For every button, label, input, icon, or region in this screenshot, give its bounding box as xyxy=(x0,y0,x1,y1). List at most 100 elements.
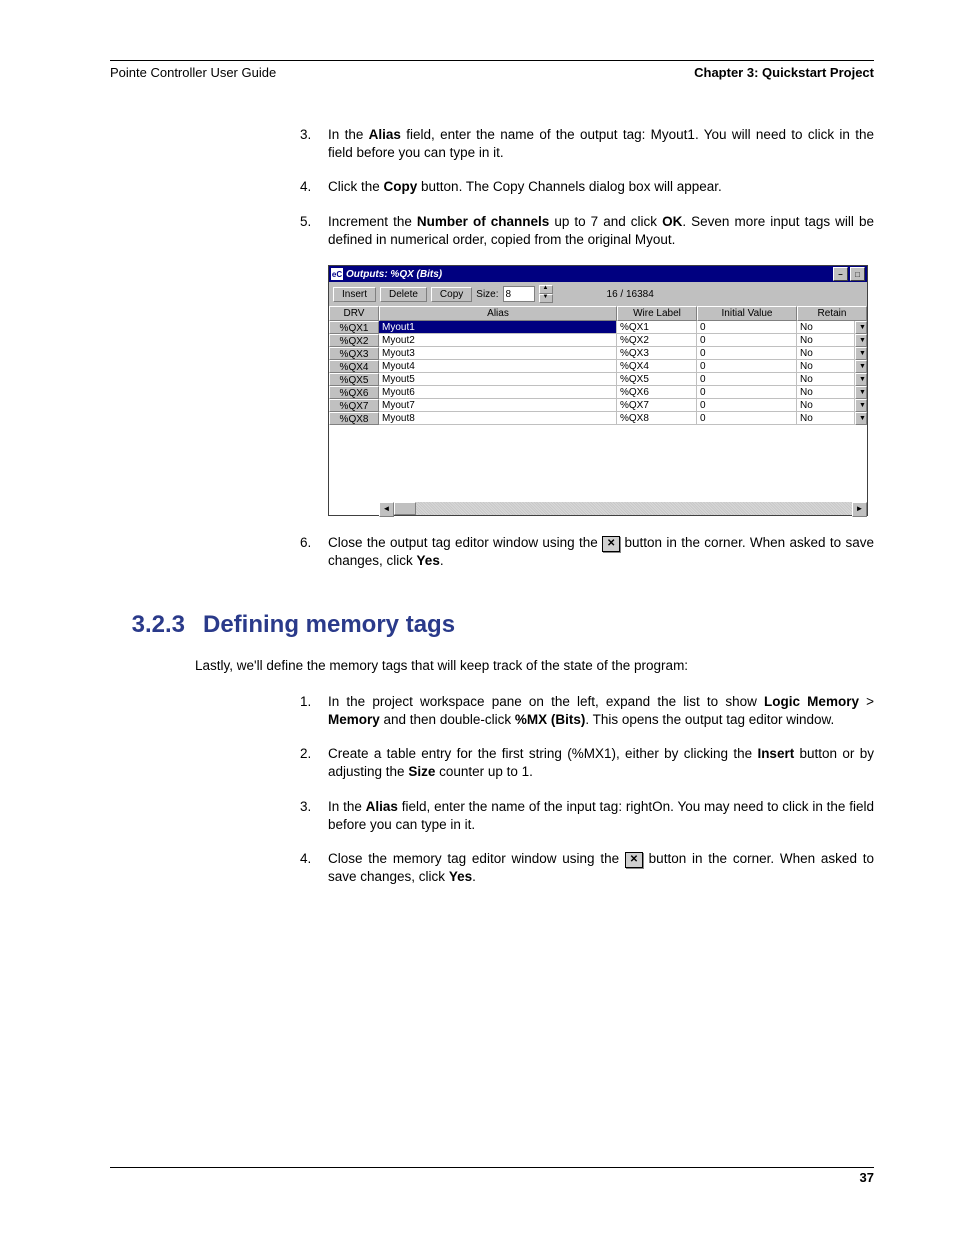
cell-drv[interactable]: %QX4 xyxy=(329,360,379,373)
col-drv[interactable]: DRV xyxy=(329,306,379,321)
close-icon: ✕ xyxy=(625,852,643,868)
cell-retain[interactable]: No xyxy=(797,360,855,373)
cell-wire[interactable]: %QX3 xyxy=(617,347,697,360)
cell-wire[interactable]: %QX5 xyxy=(617,373,697,386)
delete-button[interactable]: Delete xyxy=(380,287,427,302)
counter-label: 16 / 16384 xyxy=(607,289,654,300)
cell-alias[interactable]: Myout8 xyxy=(379,412,617,425)
col-wire[interactable]: Wire Label xyxy=(617,306,697,321)
step-6: 6. Close the output tag editor window us… xyxy=(300,534,874,570)
col-alias[interactable]: Alias xyxy=(379,306,617,321)
copy-button[interactable]: Copy xyxy=(431,287,472,302)
app-icon: eC xyxy=(331,268,343,280)
cell-wire[interactable]: %QX4 xyxy=(617,360,697,373)
grid-blank: ◄ ► xyxy=(329,425,867,515)
col-init[interactable]: Initial Value xyxy=(697,306,797,321)
table-row[interactable]: %QX7Myout7%QX70No▼ xyxy=(329,399,867,412)
cell-retain[interactable]: No xyxy=(797,321,855,334)
cell-retain[interactable]: No xyxy=(797,399,855,412)
cell-alias[interactable]: Myout1 xyxy=(379,321,617,334)
step-number: 3. xyxy=(300,798,328,834)
size-spinner[interactable]: ▲ ▼ xyxy=(539,285,553,303)
cell-drv[interactable]: %QX5 xyxy=(329,373,379,386)
cell-init[interactable]: 0 xyxy=(697,399,797,412)
cell-alias[interactable]: Myout7 xyxy=(379,399,617,412)
spinner-down-icon[interactable]: ▼ xyxy=(539,294,553,303)
window-titlebar[interactable]: eC Outputs: %QX (Bits) – □ xyxy=(329,266,867,282)
dropdown-icon[interactable]: ▼ xyxy=(855,386,867,399)
dropdown-icon[interactable]: ▼ xyxy=(855,334,867,347)
table-row[interactable]: %QX1Myout1%QX10No▼ xyxy=(329,321,867,334)
screenshot-window: eC Outputs: %QX (Bits) – □ Insert Delete… xyxy=(328,265,874,516)
cell-init[interactable]: 0 xyxy=(697,386,797,399)
table-row[interactable]: %QX2Myout2%QX20No▼ xyxy=(329,334,867,347)
header-left: Pointe Controller User Guide xyxy=(110,65,276,80)
table-row[interactable]: %QX3Myout3%QX30No▼ xyxy=(329,347,867,360)
table-row[interactable]: %QX5Myout5%QX50No▼ xyxy=(329,373,867,386)
horizontal-scrollbar[interactable]: ◄ ► xyxy=(379,502,867,515)
cell-wire[interactable]: %QX1 xyxy=(617,321,697,334)
cell-drv[interactable]: %QX7 xyxy=(329,399,379,412)
step-b4: 4. Close the memory tag editor window us… xyxy=(300,850,874,886)
cell-drv[interactable]: %QX8 xyxy=(329,412,379,425)
table-row[interactable]: %QX8Myout8%QX80No▼ xyxy=(329,412,867,425)
cell-init[interactable]: 0 xyxy=(697,373,797,386)
col-retain[interactable]: Retain xyxy=(797,306,867,321)
scroll-left-icon[interactable]: ◄ xyxy=(379,502,394,517)
footer-rule xyxy=(110,1167,874,1168)
step-3: 3. In the Alias field, enter the name of… xyxy=(300,126,874,162)
header-right: Chapter 3: Quickstart Project xyxy=(694,65,874,80)
section-intro: Lastly, we'll define the memory tags tha… xyxy=(195,657,874,675)
dropdown-icon[interactable]: ▼ xyxy=(855,347,867,360)
cell-retain[interactable]: No xyxy=(797,386,855,399)
cell-drv[interactable]: %QX3 xyxy=(329,347,379,360)
dropdown-icon[interactable]: ▼ xyxy=(855,399,867,412)
cell-wire[interactable]: %QX2 xyxy=(617,334,697,347)
cell-retain[interactable]: No xyxy=(797,347,855,360)
cell-alias[interactable]: Myout3 xyxy=(379,347,617,360)
cell-init[interactable]: 0 xyxy=(697,321,797,334)
spinner-up-icon[interactable]: ▲ xyxy=(539,285,553,294)
scroll-thumb[interactable] xyxy=(394,502,416,515)
cell-wire[interactable]: %QX8 xyxy=(617,412,697,425)
cell-retain[interactable]: No xyxy=(797,373,855,386)
section-title: Defining memory tags xyxy=(203,611,455,639)
cell-drv[interactable]: %QX6 xyxy=(329,386,379,399)
close-icon: ✕ xyxy=(602,536,620,552)
maximize-icon[interactable]: □ xyxy=(850,267,865,281)
cell-drv[interactable]: %QX2 xyxy=(329,334,379,347)
step-b1: 1. In the project workspace pane on the … xyxy=(300,693,874,729)
step-number: 5. xyxy=(300,213,328,249)
cell-init[interactable]: 0 xyxy=(697,334,797,347)
size-input[interactable] xyxy=(503,286,535,302)
scroll-track[interactable] xyxy=(416,502,852,515)
dropdown-icon[interactable]: ▼ xyxy=(855,360,867,373)
minimize-icon[interactable]: – xyxy=(833,267,848,281)
cell-alias[interactable]: Myout5 xyxy=(379,373,617,386)
table-row[interactable]: %QX6Myout6%QX60No▼ xyxy=(329,386,867,399)
dropdown-icon[interactable]: ▼ xyxy=(855,373,867,386)
cell-init[interactable]: 0 xyxy=(697,347,797,360)
scroll-right-icon[interactable]: ► xyxy=(852,502,867,517)
cell-alias[interactable]: Myout4 xyxy=(379,360,617,373)
cell-init[interactable]: 0 xyxy=(697,360,797,373)
section-heading: 3.2.3 Defining memory tags xyxy=(110,611,874,639)
cell-retain[interactable]: No xyxy=(797,412,855,425)
step-5: 5. Increment the Number of channels up t… xyxy=(300,213,874,249)
cell-wire[interactable]: %QX6 xyxy=(617,386,697,399)
cell-drv[interactable]: %QX1 xyxy=(329,321,379,334)
insert-button[interactable]: Insert xyxy=(333,287,376,302)
cell-wire[interactable]: %QX7 xyxy=(617,399,697,412)
step-number: 4. xyxy=(300,178,328,196)
cell-init[interactable]: 0 xyxy=(697,412,797,425)
dropdown-icon[interactable]: ▼ xyxy=(855,321,867,334)
table-row[interactable]: %QX4Myout4%QX40No▼ xyxy=(329,360,867,373)
cell-retain[interactable]: No xyxy=(797,334,855,347)
section-number: 3.2.3 xyxy=(110,611,203,639)
step-b2: 2. Create a table entry for the first st… xyxy=(300,745,874,781)
step-number: 2. xyxy=(300,745,328,781)
cell-alias[interactable]: Myout2 xyxy=(379,334,617,347)
toolbar: Insert Delete Copy Size: ▲ ▼ 16 / 16384 xyxy=(329,282,867,306)
cell-alias[interactable]: Myout6 xyxy=(379,386,617,399)
dropdown-icon[interactable]: ▼ xyxy=(855,412,867,425)
